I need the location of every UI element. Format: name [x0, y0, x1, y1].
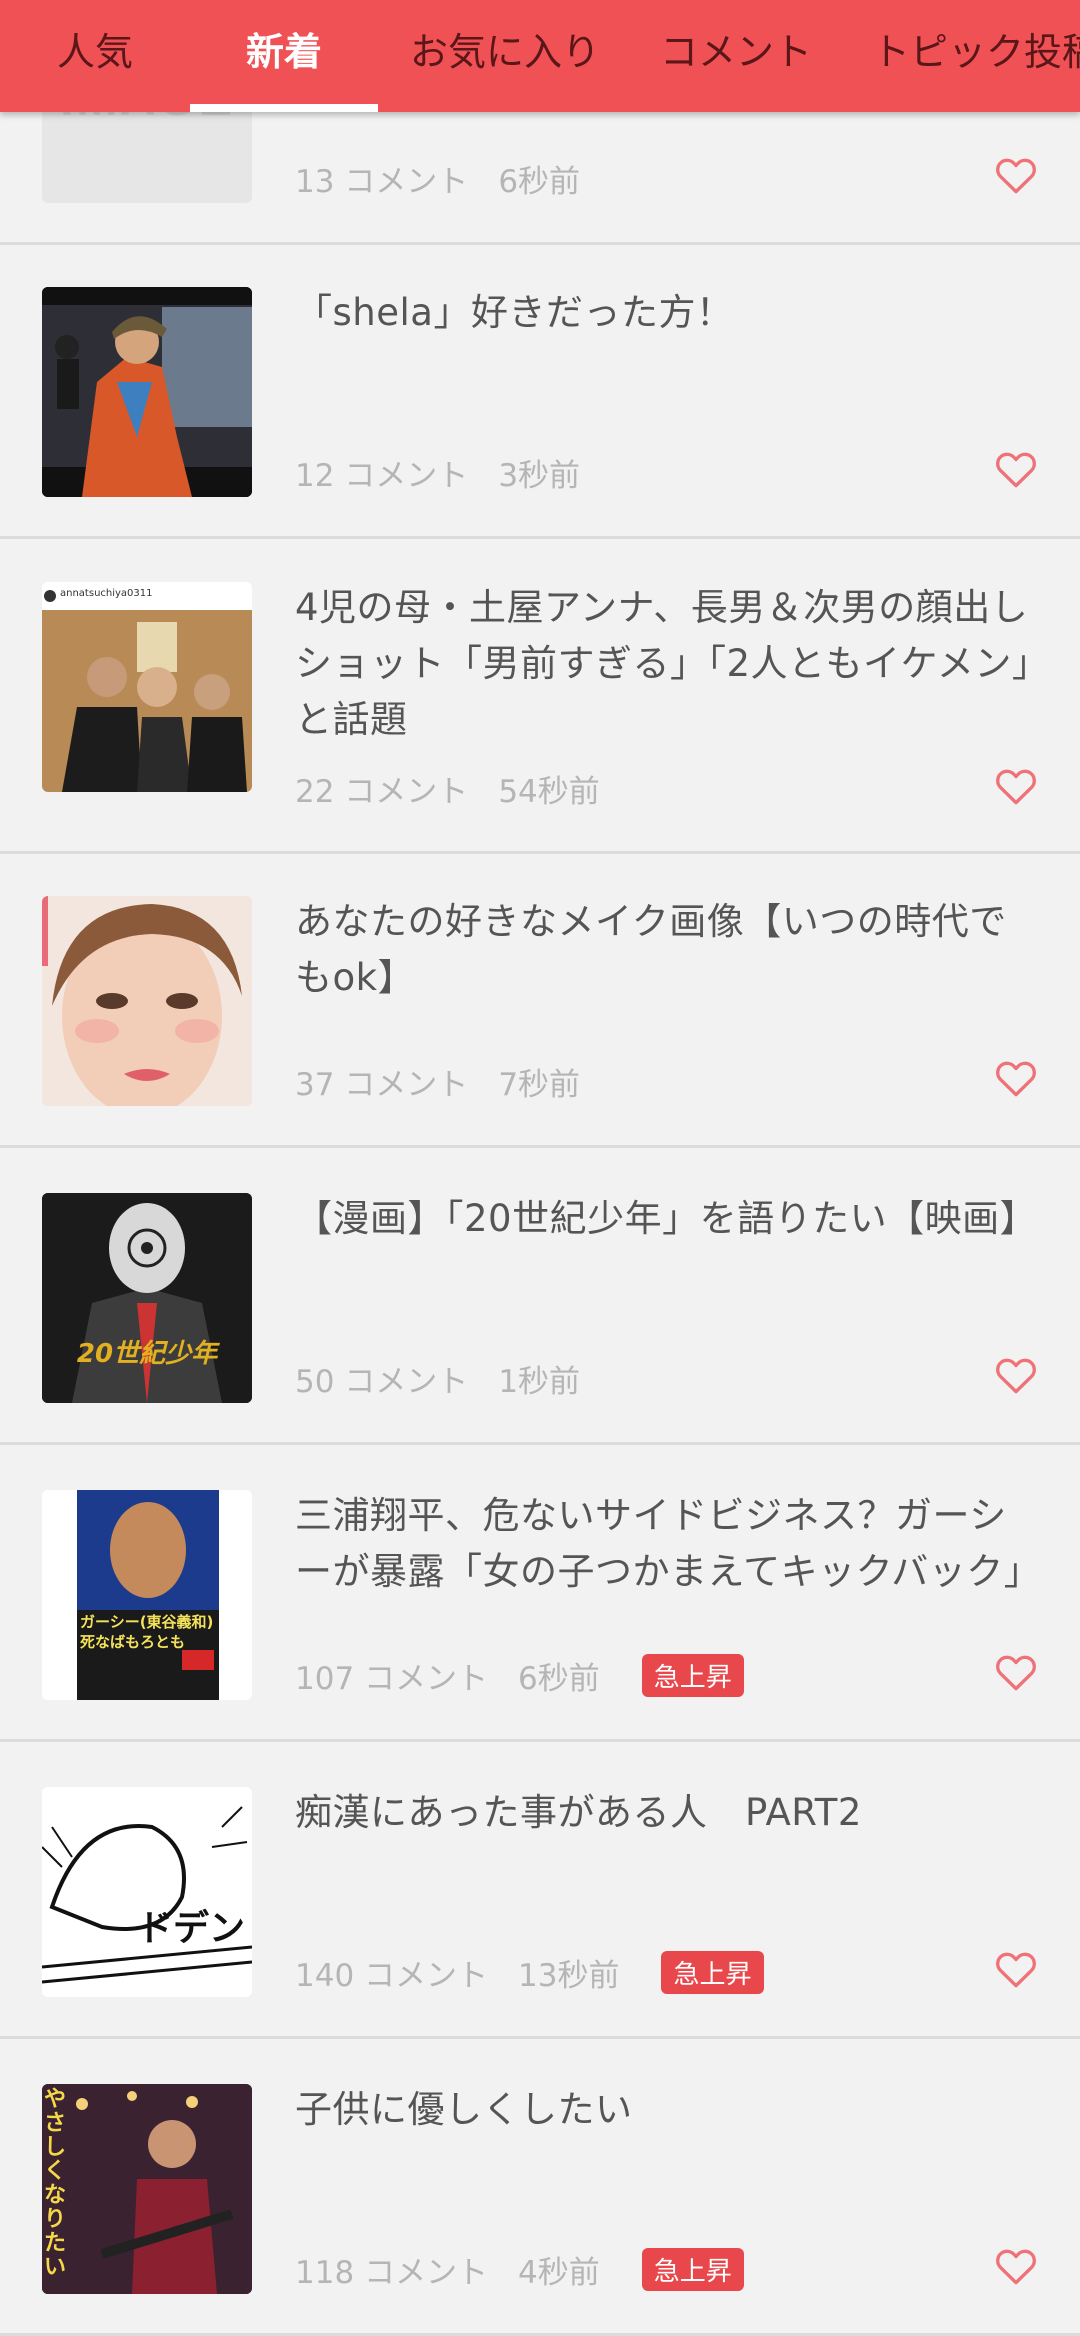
topic-row[interactable]: 20世紀少年 【漫画】「20世紀少年」を語りたい【映画】 50 コメント 1秒前: [0, 1151, 1080, 1445]
thumbnail-caption: ガーシー(東谷義和) 死なばもろとも: [80, 1613, 214, 1651]
comment-count: 13 コメント: [295, 164, 469, 200]
topic-title[interactable]: 痴漢にあった事がある人 PART2: [295, 1785, 1040, 1841]
thumbnail-caption: ドデン: [137, 1908, 246, 1949]
topic-row[interactable]: ガーシー(東谷義和) 死なばもろとも 三浦翔平、危ないサイドビジネス？ガーシーが…: [0, 1448, 1080, 1742]
thumbnail-image: [42, 1193, 252, 1403]
post-time: 13秒前: [518, 1958, 620, 1994]
heart-icon[interactable]: [995, 1949, 1037, 1989]
category-tab-bar: 人気 新着 お気に入り コメント トピック投稿: [0, 0, 1080, 112]
comment-count: 118 コメント: [295, 2255, 489, 2291]
topic-row[interactable]: やさしくなりたい 子供に優しくしたい 118 コメント 4秒前 急上昇: [0, 2042, 1080, 2336]
tab-new[interactable]: 新着: [246, 0, 322, 112]
thumbnail-image: [42, 1490, 252, 1700]
post-time: 1秒前: [498, 1364, 581, 1400]
topic-thumbnail: [42, 287, 252, 497]
heart-icon[interactable]: [995, 155, 1037, 195]
topic-meta: 140 コメント 13秒前 急上昇: [295, 1950, 764, 1995]
topic-title[interactable]: 「shela」好きだった方！: [295, 285, 1040, 341]
thumbnail-image: [42, 1787, 252, 1997]
trending-badge: 急上昇: [641, 2248, 744, 2291]
topic-row[interactable]: 「shela」好きだった方！ 12 コメント 3秒前: [0, 245, 1080, 539]
heart-icon[interactable]: [995, 1058, 1037, 1098]
post-time: 3秒前: [498, 458, 581, 494]
topic-row[interactable]: あなたの好きなメイク画像【いつの時代でもok】 37 コメント 7秒前: [0, 854, 1080, 1148]
thumbnail-image: [42, 896, 252, 1106]
thumbnail-image: [42, 287, 252, 497]
topic-row[interactable]: ドデン 痴漢にあった事がある人 PART2 140 コメント 13秒前 急上昇: [0, 1745, 1080, 2039]
topic-thumbnail: やさしくなりたい: [42, 2084, 252, 2294]
topic-meta: 22 コメント 54秒前: [295, 766, 600, 811]
topic-row[interactable]: annatsuchiya0311 4児の母・土屋アンナ、長男＆次男の顔出しショッ…: [0, 540, 1080, 854]
post-time: 54秒前: [498, 774, 600, 810]
post-time: 4秒前: [518, 2255, 600, 2291]
post-time: 7秒前: [498, 1067, 581, 1103]
heart-icon[interactable]: [995, 766, 1037, 806]
topic-meta: 13 コメント 6秒前: [295, 156, 580, 201]
tab-favorites[interactable]: お気に入り: [410, 0, 600, 112]
comment-count: 50 コメント: [295, 1364, 469, 1400]
post-time: 6秒前: [518, 1661, 600, 1697]
topic-title[interactable]: 三浦翔平、危ないサイドビジネス？ガーシーが暴露「女の子つかまえてキックバック」: [295, 1488, 1041, 1600]
comment-count: 37 コメント: [295, 1067, 469, 1103]
topic-meta: 118 コメント 4秒前 急上昇: [295, 2247, 744, 2292]
active-tab-indicator: [190, 104, 378, 112]
comment-count: 22 コメント: [295, 774, 469, 810]
tab-popular[interactable]: 人気: [57, 0, 133, 112]
tab-post-topic[interactable]: トピック投稿: [872, 0, 1080, 112]
trending-badge: 急上昇: [661, 1951, 764, 1994]
topic-title[interactable]: 4児の母・土屋アンナ、長男＆次男の顔出しショット「男前すぎる」「2人ともイケメン…: [295, 580, 1040, 748]
comment-count: 107 コメント: [295, 1661, 489, 1697]
thumbnail-caption: annatsuchiya0311: [60, 588, 153, 599]
thumbnail-caption: やさしくなりたい: [44, 2087, 67, 2280]
topic-meta: 50 コメント 1秒前: [295, 1356, 580, 1401]
topic-thumbnail: annatsuchiya0311: [42, 582, 252, 792]
topic-title[interactable]: 【漫画】「20世紀少年」を語りたい【映画】: [295, 1191, 1040, 1247]
topic-meta: 107 コメント 6秒前 急上昇: [295, 1653, 744, 1698]
post-time: 6秒前: [498, 164, 581, 200]
tab-comments[interactable]: コメント: [660, 0, 812, 112]
heart-icon[interactable]: [995, 449, 1037, 489]
heart-icon[interactable]: [995, 1355, 1037, 1395]
topic-thumbnail: 20世紀少年: [42, 1193, 252, 1403]
topic-thumbnail: ドデン: [42, 1787, 252, 1997]
heart-icon[interactable]: [995, 2246, 1037, 2286]
topic-meta: 12 コメント 3秒前: [295, 450, 580, 495]
topic-title[interactable]: 子供に優しくしたい: [295, 2082, 1040, 2138]
comment-count: 140 コメント: [295, 1958, 489, 1994]
comment-count: 12 コメント: [295, 458, 469, 494]
heart-icon[interactable]: [995, 1652, 1037, 1692]
topic-thumbnail: ガーシー(東谷義和) 死なばもろとも: [42, 1490, 252, 1700]
thumbnail-caption: 20世紀少年: [76, 1339, 218, 1369]
topic-thumbnail: [42, 896, 252, 1106]
trending-badge: 急上昇: [641, 1654, 744, 1697]
topic-title[interactable]: あなたの好きなメイク画像【いつの時代でもok】: [295, 894, 1040, 1006]
thumbnail-image: [42, 582, 252, 792]
topic-meta: 37 コメント 7秒前: [295, 1059, 580, 1104]
